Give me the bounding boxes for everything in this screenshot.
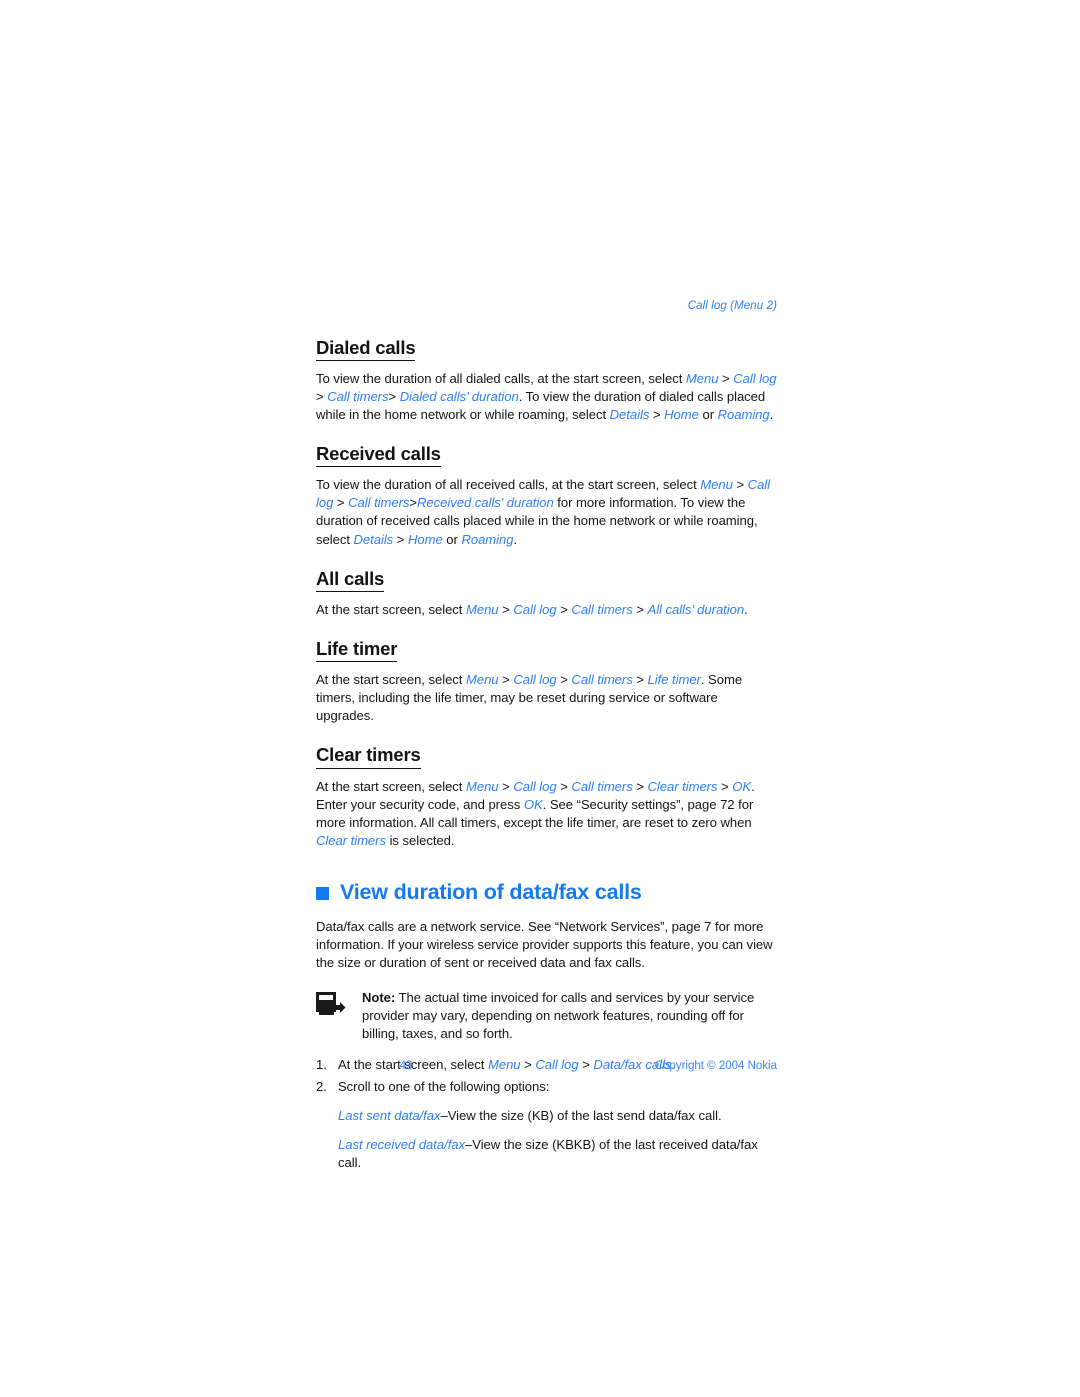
ui-term-roaming: Roaming xyxy=(717,407,770,423)
option-term: Last received data/fax xyxy=(338,1137,466,1153)
section-heading-clear-timers: Clear timers xyxy=(316,744,421,769)
heading-wrap: All calls xyxy=(316,568,777,601)
paragraph-data-fax-intro: Data/fax calls are a network service. Se… xyxy=(316,918,773,970)
ui-term-ok: OK xyxy=(732,778,752,794)
ui-term-call-timers: Call timers xyxy=(571,778,633,794)
ui-term-call-timers: Call timers xyxy=(327,388,389,404)
ui-term-details: Details xyxy=(609,407,650,423)
copyright-notice: Copyright © 2004 Nokia xyxy=(654,1060,777,1072)
note-body: The actual time invoiced for calls and s… xyxy=(362,989,755,1042)
ui-term-home: Home xyxy=(407,531,443,547)
ui-term-menu: Menu xyxy=(465,601,499,617)
ui-term-received-calls-duration: Received calls' duration xyxy=(417,495,554,511)
paragraph-dialed-calls: To view the duration of all dialed calls… xyxy=(316,370,777,423)
ui-term-menu: Menu xyxy=(465,778,499,794)
ui-term-menu: Menu xyxy=(465,672,499,688)
heading-wrap: Dialed calls xyxy=(316,337,777,370)
document-page: Call log (Menu 2) Dialed calls To view t… xyxy=(0,0,1080,1397)
option-last-sent-data-fax: Last sent data/fax–View the size (KB) of… xyxy=(338,1107,777,1125)
list-item: 2. Scroll to one of the following option… xyxy=(316,1078,777,1096)
page-footer: 43 Copyright © 2004 Nokia xyxy=(316,1060,777,1072)
running-header: Call log (Menu 2) xyxy=(687,300,777,312)
option-term: Last sent data/fax xyxy=(338,1108,441,1124)
ui-term-roaming: Roaming xyxy=(461,531,514,547)
section-heading-received-calls: Received calls xyxy=(316,443,441,468)
ui-term-home: Home xyxy=(664,407,699,423)
ui-term-details: Details xyxy=(353,531,394,547)
note-block: Note: The actual time invoiced for calls… xyxy=(316,989,777,1043)
option-desc: –View the size (KB) of the last send dat… xyxy=(440,1108,722,1124)
note-text: Note: The actual time invoiced for calls… xyxy=(362,989,777,1043)
section-clear-timers: Clear timers At the start screen, select… xyxy=(316,744,777,850)
ui-term-call-log: Call log xyxy=(513,778,557,794)
section-view-duration-data-fax: View duration of data/fax calls Data/fax… xyxy=(316,880,777,1172)
ui-term-call-timers: Call timers xyxy=(571,672,633,688)
paragraph-all-calls: At the start screen, select Menu > Call … xyxy=(316,601,748,617)
section-all-calls: All calls At the start screen, select Me… xyxy=(316,568,777,619)
ui-term-call-log: Call log xyxy=(513,672,557,688)
section-received-calls: Received calls To view the duration of a… xyxy=(316,443,777,549)
ui-term-life-timer: Life timer xyxy=(647,672,701,688)
pointing-hand-icon xyxy=(316,989,348,1043)
option-last-received-data-fax: Last received data/fax–View the size (KB… xyxy=(338,1136,777,1172)
ui-term-call-timers: Call timers xyxy=(571,601,633,617)
section-dialed-calls: Dialed calls To view the duration of all… xyxy=(316,337,777,424)
heading-wrap: Life timer xyxy=(316,638,777,671)
note-label: Note: xyxy=(362,989,396,1005)
section-life-timer: Life timer At the start screen, select M… xyxy=(316,638,777,725)
ui-term-call-log: Call log xyxy=(513,601,557,617)
paragraph-life-timer: At the start screen, select Menu > Call … xyxy=(316,672,743,724)
main-section-heading-label: View duration of data/fax calls xyxy=(340,879,642,904)
section-heading-dialed-calls: Dialed calls xyxy=(316,337,416,361)
ui-term-ok: OK xyxy=(523,796,543,812)
ui-term-call-timers: Call timers xyxy=(348,495,410,511)
section-heading-life-timer: Life timer xyxy=(316,638,397,663)
heading-wrap: Clear timers xyxy=(316,744,777,777)
ui-term-menu: Menu xyxy=(700,477,733,493)
ui-term-menu: Menu xyxy=(685,370,719,386)
ui-term-clear-timers: Clear timers xyxy=(316,832,386,848)
page-number: 43 xyxy=(399,1060,413,1072)
step-text: Scroll to one of the following options: xyxy=(338,1079,550,1095)
paragraph-clear-timers: At the start screen, select Menu > Call … xyxy=(316,778,755,848)
ui-term-call-log: Call log xyxy=(733,370,777,386)
ui-term-clear-timers: Clear timers xyxy=(647,778,718,794)
page-content: Call log (Menu 2) Dialed calls To view t… xyxy=(316,300,777,1172)
square-bullet-icon xyxy=(316,887,329,901)
ui-term-dialed-calls-duration: Dialed calls’ duration xyxy=(399,388,519,404)
main-section-heading: View duration of data/fax calls xyxy=(316,880,777,906)
section-heading-all-calls: All calls xyxy=(316,568,384,592)
ui-term-all-calls-duration: All calls’ duration xyxy=(647,601,745,617)
paragraph-received-calls: To view the duration of all received cal… xyxy=(316,477,771,547)
step-number: 2. xyxy=(316,1079,327,1095)
heading-wrap: Received calls xyxy=(316,443,777,476)
